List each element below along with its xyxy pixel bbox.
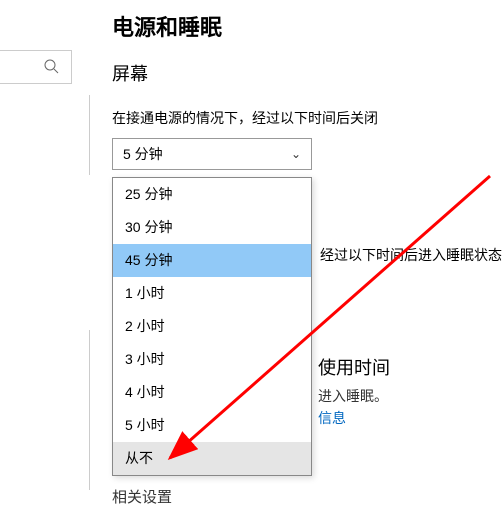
dropdown-option[interactable]: 25 分钟 xyxy=(113,178,311,211)
search-icon xyxy=(43,58,59,77)
dropdown-option[interactable]: 2 小时 xyxy=(113,310,311,343)
dropdown-option[interactable]: 3 小时 xyxy=(113,343,311,376)
usage-time-text: 进入睡眠。 xyxy=(318,386,388,406)
sleep-label: 经过以下时间后进入睡眠状态 xyxy=(320,245,502,265)
usage-info-link[interactable]: 信息 xyxy=(318,408,346,428)
divider xyxy=(89,330,90,490)
search-input[interactable] xyxy=(0,50,72,84)
usage-time-title: 使用时间 xyxy=(318,354,390,380)
divider xyxy=(89,95,90,175)
dropdown-option[interactable]: 从不 xyxy=(113,442,311,475)
dropdown-option[interactable]: 45 分钟 xyxy=(113,244,311,277)
chevron-down-icon: ⌄ xyxy=(291,147,301,161)
dropdown-option[interactable]: 1 小时 xyxy=(113,277,311,310)
dropdown-option[interactable]: 5 小时 xyxy=(113,409,311,442)
dropdown-option[interactable]: 30 分钟 xyxy=(113,211,311,244)
related-settings-title: 相关设置 xyxy=(112,486,172,507)
dropdown-option[interactable]: 4 小时 xyxy=(113,376,311,409)
section-screen-title: 屏幕 xyxy=(112,60,497,86)
screen-off-label: 在接通电源的情况下，经过以下时间后关闭 xyxy=(112,108,497,128)
page-title: 电源和睡眠 xyxy=(112,10,497,42)
screen-off-dropdown[interactable]: 5 分钟 ⌄ xyxy=(112,138,312,170)
sleep-dropdown-list[interactable]: 25 分钟30 分钟45 分钟1 小时2 小时3 小时4 小时5 小时从不 xyxy=(112,177,312,476)
dropdown-selected-value: 5 分钟 xyxy=(123,144,163,164)
